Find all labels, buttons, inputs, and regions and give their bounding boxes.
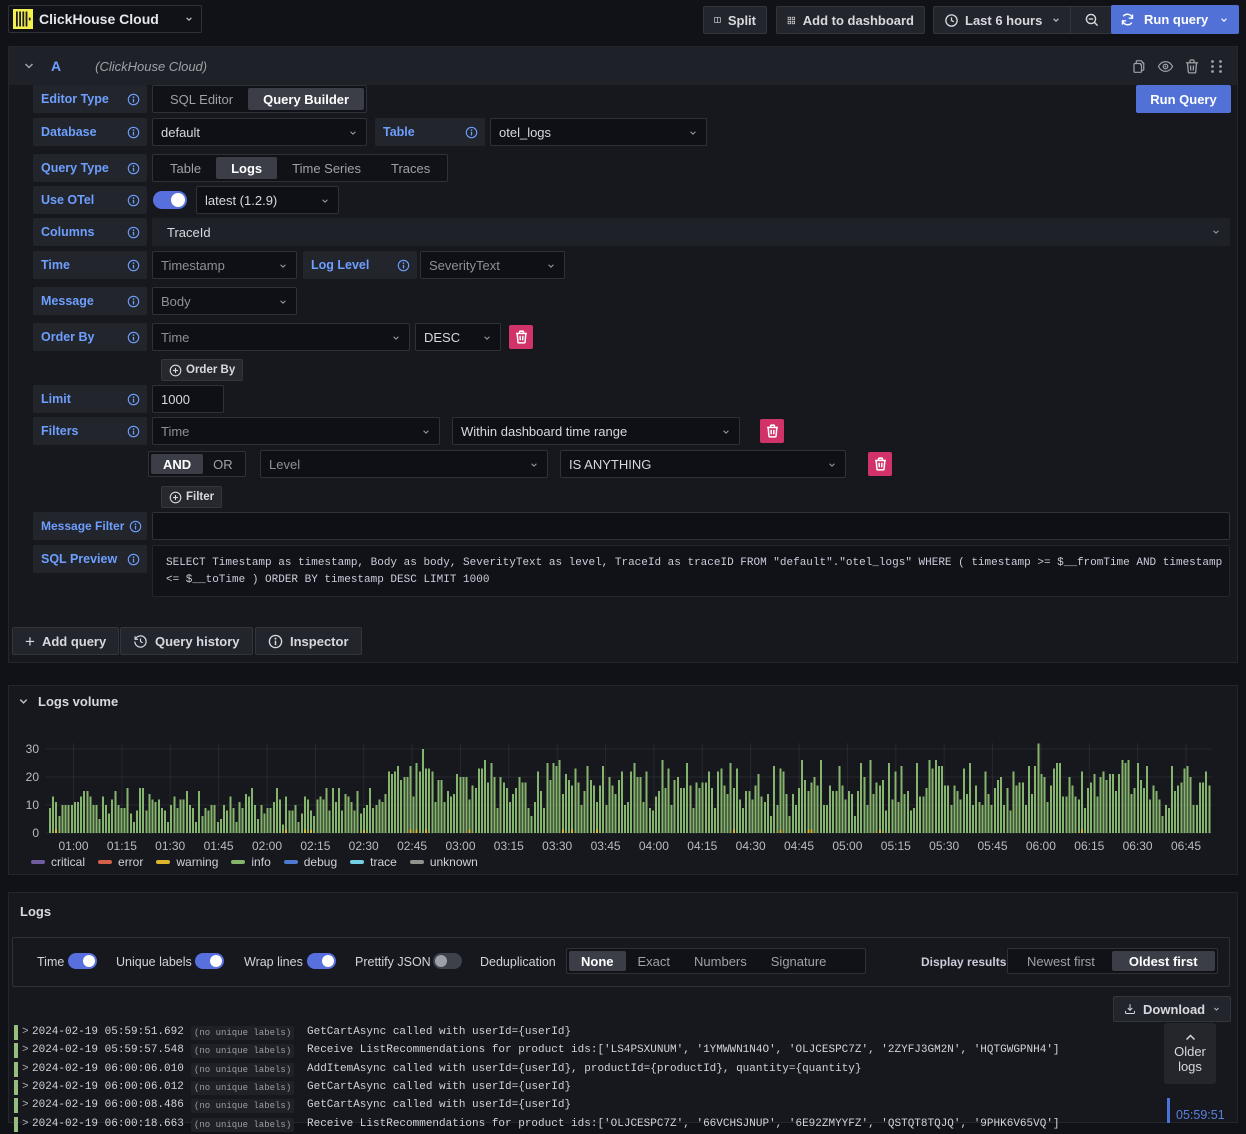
svg-text:05:45: 05:45 (977, 839, 1007, 853)
svg-text:04:30: 04:30 (736, 839, 766, 853)
svg-text:01:30: 01:30 (155, 839, 185, 853)
svg-text:04:45: 04:45 (784, 839, 814, 853)
svg-text:06:45: 06:45 (1171, 839, 1201, 853)
svg-text:04:15: 04:15 (687, 839, 717, 853)
svg-text:05:15: 05:15 (881, 839, 911, 853)
svg-text:03:30: 03:30 (542, 839, 572, 853)
svg-text:05:00: 05:00 (832, 839, 862, 853)
svg-text:02:30: 02:30 (349, 839, 379, 853)
svg-text:03:15: 03:15 (494, 839, 524, 853)
svg-text:01:00: 01:00 (58, 839, 88, 853)
svg-text:06:15: 06:15 (1074, 839, 1104, 853)
svg-text:05:30: 05:30 (929, 839, 959, 853)
svg-text:02:15: 02:15 (300, 839, 330, 853)
svg-text:10: 10 (26, 798, 40, 812)
svg-text:04:00: 04:00 (639, 839, 669, 853)
svg-text:06:30: 06:30 (1123, 839, 1153, 853)
svg-text:30: 30 (26, 742, 40, 756)
svg-text:01:45: 01:45 (204, 839, 234, 853)
svg-text:03:45: 03:45 (591, 839, 621, 853)
svg-text:20: 20 (26, 770, 40, 784)
svg-text:01:15: 01:15 (107, 839, 137, 853)
svg-text:02:45: 02:45 (397, 839, 427, 853)
svg-text:06:00: 06:00 (1026, 839, 1056, 853)
svg-text:03:00: 03:00 (445, 839, 475, 853)
svg-text:0: 0 (32, 826, 39, 840)
svg-text:02:00: 02:00 (252, 839, 282, 853)
